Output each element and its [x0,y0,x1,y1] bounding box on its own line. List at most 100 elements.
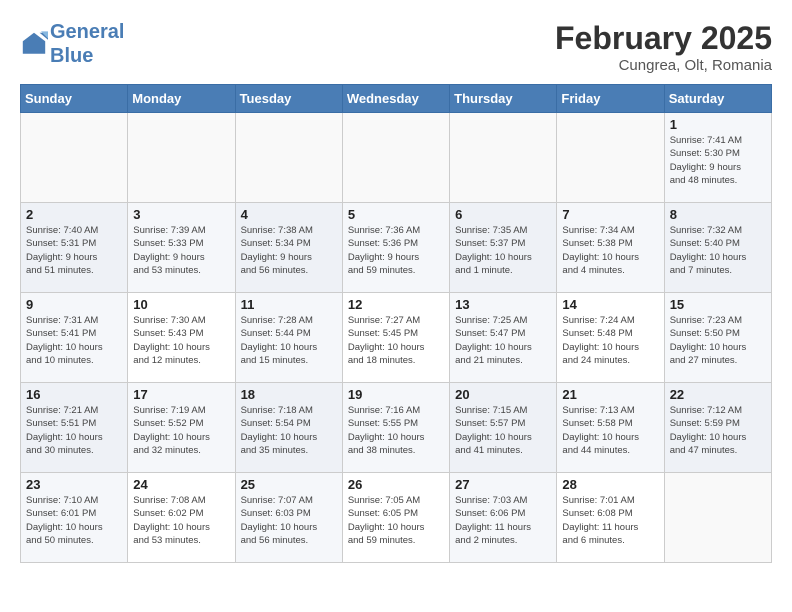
day-info: Sunrise: 7:08 AM Sunset: 6:02 PM Dayligh… [133,494,229,547]
logo-icon [20,30,48,58]
weekday-header: Thursday [450,85,557,113]
day-number: 25 [241,477,337,492]
calendar-cell: 7 Sunrise: 7:34 AM Sunset: 5:38 PM Daylig… [557,203,664,293]
day-info: Sunrise: 7:31 AM Sunset: 5:41 PM Dayligh… [26,314,122,367]
day-number: 10 [133,297,229,312]
day-info: Sunrise: 7:30 AM Sunset: 5:43 PM Dayligh… [133,314,229,367]
weekday-header: Sunday [21,85,128,113]
calendar-cell [450,113,557,203]
calendar-cell: 1 Sunrise: 7:41 AM Sunset: 5:30 PM Daylig… [664,113,771,203]
calendar-cell: 6Sunrise: 7:35 AM Sunset: 5:37 PM Daylig… [450,203,557,293]
day-number: 11 [241,297,337,312]
day-info: Sunrise: 7:12 AM Sunset: 5:59 PM Dayligh… [670,404,766,457]
calendar-cell: 27 Sunrise: 7:03 AM Sunset: 6:06 PM Dayli… [450,473,557,563]
logo: General Blue [20,20,124,68]
page-header: General Blue February 2025 Cungrea, Olt,… [20,20,772,74]
day-info: Sunrise: 7:05 AM Sunset: 6:05 PM Dayligh… [348,494,444,547]
weekday-header: Saturday [664,85,771,113]
day-number: 28 [562,477,658,492]
day-number: 18 [241,387,337,402]
day-info: Sunrise: 7:13 AM Sunset: 5:58 PM Dayligh… [562,404,658,457]
calendar-cell [21,113,128,203]
calendar-cell: 19 Sunrise: 7:16 AM Sunset: 5:55 PM Dayli… [342,383,449,473]
day-number: 5 [348,207,444,222]
calendar-cell [342,113,449,203]
day-info: Sunrise: 7:36 AM Sunset: 5:36 PM Dayligh… [348,224,444,277]
day-number: 14 [562,297,658,312]
calendar-week-row: 2Sunrise: 7:40 AM Sunset: 5:31 PM Daylig… [21,203,772,293]
calendar-cell: 18 Sunrise: 7:18 AM Sunset: 5:54 PM Dayli… [235,383,342,473]
weekday-header: Tuesday [235,85,342,113]
calendar-cell: 5 Sunrise: 7:36 AM Sunset: 5:36 PM Daylig… [342,203,449,293]
day-number: 26 [348,477,444,492]
calendar-cell: 22 Sunrise: 7:12 AM Sunset: 5:59 PM Dayli… [664,383,771,473]
day-info: Sunrise: 7:07 AM Sunset: 6:03 PM Dayligh… [241,494,337,547]
calendar-cell: 16Sunrise: 7:21 AM Sunset: 5:51 PM Dayli… [21,383,128,473]
day-number: 24 [133,477,229,492]
location: Cungrea, Olt, Romania [555,57,772,74]
day-info: Sunrise: 7:10 AM Sunset: 6:01 PM Dayligh… [26,494,122,547]
day-number: 9 [26,297,122,312]
day-number: 16 [26,387,122,402]
day-number: 6 [455,207,551,222]
calendar-week-row: 9 Sunrise: 7:31 AM Sunset: 5:41 PM Daylig… [21,293,772,383]
calendar-week-row: 23 Sunrise: 7:10 AM Sunset: 6:01 PM Dayli… [21,473,772,563]
day-info: Sunrise: 7:01 AM Sunset: 6:08 PM Dayligh… [562,494,658,547]
day-info: Sunrise: 7:23 AM Sunset: 5:50 PM Dayligh… [670,314,766,367]
day-number: 8 [670,207,766,222]
calendar-week-row: 16Sunrise: 7:21 AM Sunset: 5:51 PM Dayli… [21,383,772,473]
calendar-week-row: 1 Sunrise: 7:41 AM Sunset: 5:30 PM Daylig… [21,113,772,203]
day-info: Sunrise: 7:32 AM Sunset: 5:40 PM Dayligh… [670,224,766,277]
calendar-cell: 15 Sunrise: 7:23 AM Sunset: 5:50 PM Dayli… [664,293,771,383]
calendar-cell: 17Sunrise: 7:19 AM Sunset: 5:52 PM Dayli… [128,383,235,473]
month-title: February 2025 [555,20,772,57]
day-info: Sunrise: 7:28 AM Sunset: 5:44 PM Dayligh… [241,314,337,367]
day-number: 12 [348,297,444,312]
calendar-cell: 25 Sunrise: 7:07 AM Sunset: 6:03 PM Dayli… [235,473,342,563]
calendar-cell [557,113,664,203]
calendar-cell [235,113,342,203]
calendar-cell: 8 Sunrise: 7:32 AM Sunset: 5:40 PM Daylig… [664,203,771,293]
calendar-cell [128,113,235,203]
weekday-header: Wednesday [342,85,449,113]
calendar-cell: 3 Sunrise: 7:39 AM Sunset: 5:33 PM Daylig… [128,203,235,293]
day-info: Sunrise: 7:41 AM Sunset: 5:30 PM Dayligh… [670,134,766,187]
day-info: Sunrise: 7:38 AM Sunset: 5:34 PM Dayligh… [241,224,337,277]
calendar-cell: 12 Sunrise: 7:27 AM Sunset: 5:45 PM Dayli… [342,293,449,383]
calendar-cell: 11 Sunrise: 7:28 AM Sunset: 5:44 PM Dayli… [235,293,342,383]
weekday-header: Monday [128,85,235,113]
calendar-cell [664,473,771,563]
weekday-header-row: SundayMondayTuesdayWednesdayThursdayFrid… [21,85,772,113]
day-info: Sunrise: 7:40 AM Sunset: 5:31 PM Dayligh… [26,224,122,277]
calendar-cell: 2Sunrise: 7:40 AM Sunset: 5:31 PM Daylig… [21,203,128,293]
day-info: Sunrise: 7:25 AM Sunset: 5:47 PM Dayligh… [455,314,551,367]
calendar-cell: 10 Sunrise: 7:30 AM Sunset: 5:43 PM Dayli… [128,293,235,383]
day-info: Sunrise: 7:24 AM Sunset: 5:48 PM Dayligh… [562,314,658,367]
calendar-cell: 28 Sunrise: 7:01 AM Sunset: 6:08 PM Dayli… [557,473,664,563]
calendar-cell: 23 Sunrise: 7:10 AM Sunset: 6:01 PM Dayli… [21,473,128,563]
day-number: 20 [455,387,551,402]
calendar-cell: 20Sunrise: 7:15 AM Sunset: 5:57 PM Dayli… [450,383,557,473]
weekday-header: Friday [557,85,664,113]
calendar-cell: 26 Sunrise: 7:05 AM Sunset: 6:05 PM Dayli… [342,473,449,563]
day-number: 22 [670,387,766,402]
day-info: Sunrise: 7:39 AM Sunset: 5:33 PM Dayligh… [133,224,229,277]
title-block: February 2025 Cungrea, Olt, Romania [555,20,772,74]
day-number: 27 [455,477,551,492]
day-number: 4 [241,207,337,222]
day-number: 1 [670,117,766,132]
calendar-cell: 21Sunrise: 7:13 AM Sunset: 5:58 PM Dayli… [557,383,664,473]
day-info: Sunrise: 7:03 AM Sunset: 6:06 PM Dayligh… [455,494,551,547]
day-info: Sunrise: 7:34 AM Sunset: 5:38 PM Dayligh… [562,224,658,277]
day-number: 15 [670,297,766,312]
day-info: Sunrise: 7:27 AM Sunset: 5:45 PM Dayligh… [348,314,444,367]
day-number: 3 [133,207,229,222]
day-number: 7 [562,207,658,222]
day-info: Sunrise: 7:16 AM Sunset: 5:55 PM Dayligh… [348,404,444,457]
day-number: 23 [26,477,122,492]
day-info: Sunrise: 7:18 AM Sunset: 5:54 PM Dayligh… [241,404,337,457]
logo-text: General Blue [50,20,124,68]
day-number: 19 [348,387,444,402]
calendar-cell: 13Sunrise: 7:25 AM Sunset: 5:47 PM Dayli… [450,293,557,383]
calendar-cell: 24 Sunrise: 7:08 AM Sunset: 6:02 PM Dayli… [128,473,235,563]
